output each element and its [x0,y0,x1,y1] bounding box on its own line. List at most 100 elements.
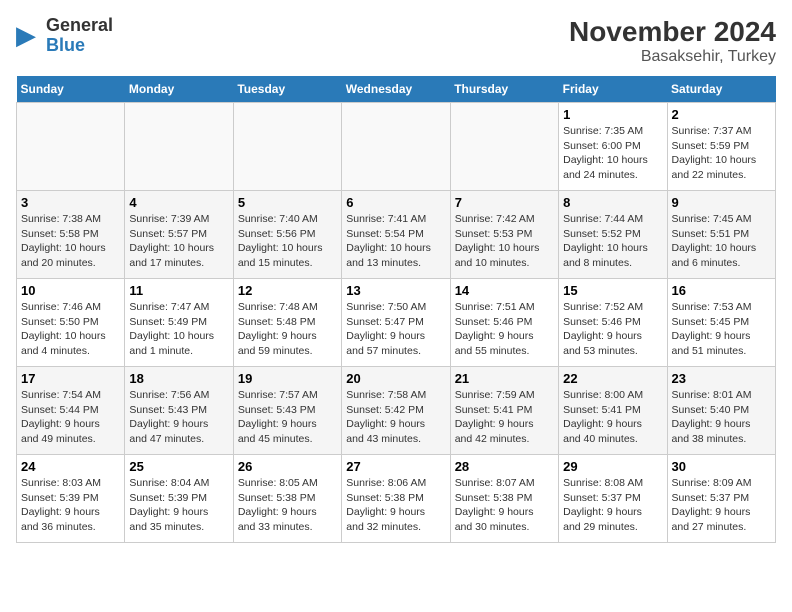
calendar-cell: 22 Sunrise: 8:00 AM Sunset: 5:41 PM Dayli… [559,367,667,455]
calendar-cell: 14 Sunrise: 7:51 AM Sunset: 5:46 PM Dayli… [450,279,558,367]
day-info: Sunrise: 7:39 AM Sunset: 5:57 PM Dayligh… [129,212,228,271]
calendar-cell: 11 Sunrise: 7:47 AM Sunset: 5:49 PM Dayli… [125,279,233,367]
calendar-cell: 10Sunrise: 7:46 AM Sunset: 5:50 PM Dayli… [17,279,125,367]
logo-icon: ▶ [16,22,44,50]
day-info: Sunrise: 7:42 AM Sunset: 5:53 PM Dayligh… [455,212,554,271]
logo-text: General Blue [46,16,113,56]
day-number: 8 [563,195,662,210]
day-number: 28 [455,459,554,474]
calendar-header: SundayMondayTuesdayWednesdayThursdayFrid… [17,76,776,103]
calendar-cell: 2Sunrise: 7:37 AM Sunset: 5:59 PM Daylig… [667,103,775,191]
day-info: Sunrise: 8:00 AM Sunset: 5:41 PM Dayligh… [563,388,662,447]
day-number: 6 [346,195,445,210]
day-info: Sunrise: 7:54 AM Sunset: 5:44 PM Dayligh… [21,388,120,447]
calendar-cell: 21Sunrise: 7:59 AM Sunset: 5:41 PM Dayli… [450,367,558,455]
day-info: Sunrise: 7:52 AM Sunset: 5:46 PM Dayligh… [563,300,662,359]
calendar-cell: 3Sunrise: 7:38 AM Sunset: 5:58 PM Daylig… [17,191,125,279]
day-number: 27 [346,459,445,474]
day-info: Sunrise: 7:48 AM Sunset: 5:48 PM Dayligh… [238,300,337,359]
calendar-week-5: 24Sunrise: 8:03 AM Sunset: 5:39 PM Dayli… [17,455,776,543]
day-info: Sunrise: 8:01 AM Sunset: 5:40 PM Dayligh… [672,388,771,447]
day-info: Sunrise: 7:53 AM Sunset: 5:45 PM Dayligh… [672,300,771,359]
day-info: Sunrise: 7:50 AM Sunset: 5:47 PM Dayligh… [346,300,445,359]
day-number: 1 [563,107,662,122]
weekday-header-thursday: Thursday [450,76,558,103]
weekday-header-tuesday: Tuesday [233,76,341,103]
day-info: Sunrise: 7:45 AM Sunset: 5:51 PM Dayligh… [672,212,771,271]
calendar-cell: 29Sunrise: 8:08 AM Sunset: 5:37 PM Dayli… [559,455,667,543]
calendar-cell: 19 Sunrise: 7:57 AM Sunset: 5:43 PM Dayli… [233,367,341,455]
calendar-cell: 8Sunrise: 7:44 AM Sunset: 5:52 PM Daylig… [559,191,667,279]
day-number: 23 [672,371,771,386]
day-number: 22 [563,371,662,386]
day-number: 18 [129,371,228,386]
day-info: Sunrise: 8:09 AM Sunset: 5:37 PM Dayligh… [672,476,771,535]
calendar-cell: 16 Sunrise: 7:53 AM Sunset: 5:45 PM Dayli… [667,279,775,367]
day-number: 30 [672,459,771,474]
weekday-header-wednesday: Wednesday [342,76,450,103]
day-number: 7 [455,195,554,210]
day-number: 19 [238,371,337,386]
day-number: 4 [129,195,228,210]
calendar-week-1: 1 Sunrise: 7:35 AM Sunset: 6:00 PM Daylig… [17,103,776,191]
calendar-cell: 23 Sunrise: 8:01 AM Sunset: 5:40 PM Dayli… [667,367,775,455]
calendar-cell: 20Sunrise: 7:58 AM Sunset: 5:42 PM Dayli… [342,367,450,455]
day-number: 12 [238,283,337,298]
day-number: 15 [563,283,662,298]
day-number: 14 [455,283,554,298]
day-info: Sunrise: 8:05 AM Sunset: 5:38 PM Dayligh… [238,476,337,535]
weekday-row: SundayMondayTuesdayWednesdayThursdayFrid… [17,76,776,103]
day-number: 26 [238,459,337,474]
weekday-header-sunday: Sunday [17,76,125,103]
day-info: Sunrise: 8:04 AM Sunset: 5:39 PM Dayligh… [129,476,228,535]
calendar-cell: 27 Sunrise: 8:06 AM Sunset: 5:38 PM Dayli… [342,455,450,543]
logo: ▶ General Blue [16,16,113,56]
day-number: 10 [21,283,120,298]
day-info: Sunrise: 7:40 AM Sunset: 5:56 PM Dayligh… [238,212,337,271]
day-info: Sunrise: 7:57 AM Sunset: 5:43 PM Dayligh… [238,388,337,447]
day-number: 25 [129,459,228,474]
calendar-week-3: 10Sunrise: 7:46 AM Sunset: 5:50 PM Dayli… [17,279,776,367]
day-number: 16 [672,283,771,298]
calendar-cell: 15 Sunrise: 7:52 AM Sunset: 5:46 PM Dayli… [559,279,667,367]
calendar-cell: 25 Sunrise: 8:04 AM Sunset: 5:39 PM Dayli… [125,455,233,543]
calendar-cell: 12 Sunrise: 7:48 AM Sunset: 5:48 PM Dayli… [233,279,341,367]
calendar-cell: 1 Sunrise: 7:35 AM Sunset: 6:00 PM Daylig… [559,103,667,191]
day-info: Sunrise: 7:56 AM Sunset: 5:43 PM Dayligh… [129,388,228,447]
day-number: 29 [563,459,662,474]
calendar-cell: 30 Sunrise: 8:09 AM Sunset: 5:37 PM Dayli… [667,455,775,543]
day-number: 9 [672,195,771,210]
calendar-cell: 26 Sunrise: 8:05 AM Sunset: 5:38 PM Dayli… [233,455,341,543]
calendar-cell: 5Sunrise: 7:40 AM Sunset: 5:56 PM Daylig… [233,191,341,279]
page-subtitle: Basaksehir, Turkey [569,48,776,66]
calendar-cell: 18 Sunrise: 7:56 AM Sunset: 5:43 PM Dayli… [125,367,233,455]
calendar-week-2: 3Sunrise: 7:38 AM Sunset: 5:58 PM Daylig… [17,191,776,279]
day-info: Sunrise: 7:35 AM Sunset: 6:00 PM Dayligh… [563,124,662,183]
weekday-header-saturday: Saturday [667,76,775,103]
logo-line2: Blue [46,36,113,56]
calendar-table: SundayMondayTuesdayWednesdayThursdayFrid… [16,76,776,543]
day-number: 13 [346,283,445,298]
calendar-cell [17,103,125,191]
calendar-cell: 17 Sunrise: 7:54 AM Sunset: 5:44 PM Dayli… [17,367,125,455]
calendar-cell [125,103,233,191]
svg-text:▶: ▶ [16,22,36,50]
calendar-cell: 7 Sunrise: 7:42 AM Sunset: 5:53 PM Daylig… [450,191,558,279]
day-info: Sunrise: 7:38 AM Sunset: 5:58 PM Dayligh… [21,212,120,271]
calendar-cell [450,103,558,191]
day-info: Sunrise: 8:06 AM Sunset: 5:38 PM Dayligh… [346,476,445,535]
day-info: Sunrise: 7:47 AM Sunset: 5:49 PM Dayligh… [129,300,228,359]
page-header: ▶ General Blue November 2024 Basaksehir,… [16,16,776,66]
calendar-cell: 28 Sunrise: 8:07 AM Sunset: 5:38 PM Dayli… [450,455,558,543]
day-info: Sunrise: 8:07 AM Sunset: 5:38 PM Dayligh… [455,476,554,535]
calendar-cell: 24Sunrise: 8:03 AM Sunset: 5:39 PM Dayli… [17,455,125,543]
day-number: 17 [21,371,120,386]
calendar-cell: 13 Sunrise: 7:50 AM Sunset: 5:47 PM Dayli… [342,279,450,367]
calendar-week-4: 17 Sunrise: 7:54 AM Sunset: 5:44 PM Dayli… [17,367,776,455]
day-info: Sunrise: 7:51 AM Sunset: 5:46 PM Dayligh… [455,300,554,359]
day-number: 11 [129,283,228,298]
weekday-header-monday: Monday [125,76,233,103]
calendar-cell: 4 Sunrise: 7:39 AM Sunset: 5:57 PM Daylig… [125,191,233,279]
day-info: Sunrise: 7:37 AM Sunset: 5:59 PM Dayligh… [672,124,771,183]
day-number: 21 [455,371,554,386]
